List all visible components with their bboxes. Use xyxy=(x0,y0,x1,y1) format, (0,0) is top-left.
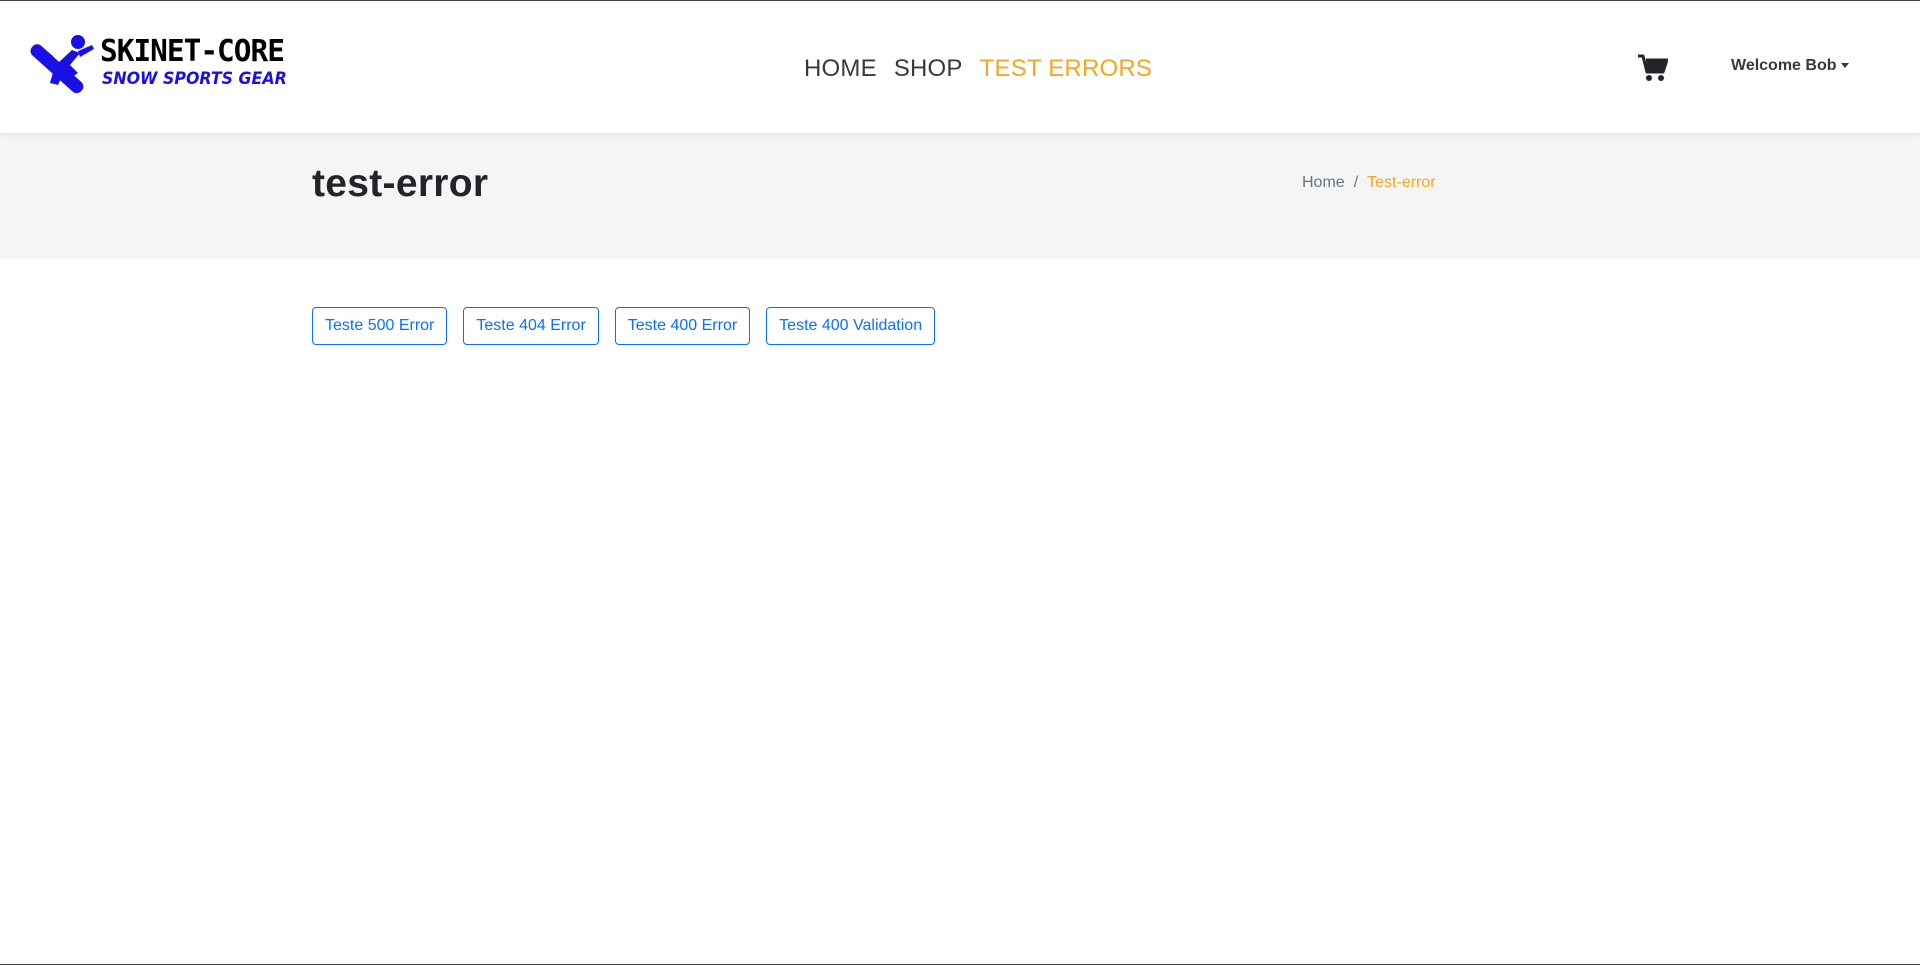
page-title: test-error xyxy=(312,162,489,205)
brand-title: SKINET-CORE xyxy=(100,34,285,69)
section-header-band: test-error Home / Test-error xyxy=(0,133,1920,259)
snowboarder-logo-icon xyxy=(30,35,94,94)
caret-down-icon xyxy=(1840,62,1849,68)
brand-subtitle: SNOW SPORTS GEAR xyxy=(102,69,287,89)
test-404-error-button[interactable]: Teste 404 Error xyxy=(463,307,599,345)
breadcrumb: Home / Test-error xyxy=(1302,171,1436,195)
app-window: SKINET-CORE SNOW SPORTS GEAR HOME SHOP T… xyxy=(0,0,1920,965)
test-400-validation-button[interactable]: Teste 400 Validation xyxy=(766,307,936,345)
test-400-error-button[interactable]: Teste 400 Error xyxy=(614,307,751,345)
shopping-cart-icon[interactable] xyxy=(1638,54,1669,82)
test-error-buttons: Teste 500 Error Teste 404 Error Teste 40… xyxy=(312,307,936,345)
main-nav: HOME SHOP TEST ERRORS xyxy=(804,51,1152,87)
brand-logo[interactable]: SKINET-CORE SNOW SPORTS GEAR xyxy=(28,33,287,105)
top-navbar: SKINET-CORE SNOW SPORTS GEAR HOME SHOP T… xyxy=(0,1,1920,133)
user-welcome-label: Welcome Bob xyxy=(1731,57,1837,74)
test-500-error-button[interactable]: Teste 500 Error xyxy=(312,307,448,345)
nav-home-link[interactable]: HOME xyxy=(804,51,877,87)
breadcrumb-home-link[interactable]: Home xyxy=(1302,171,1345,195)
nav-shop-link[interactable]: SHOP xyxy=(894,51,963,87)
breadcrumb-separator: / xyxy=(1353,174,1359,191)
breadcrumb-current: Test-error xyxy=(1367,174,1436,191)
user-dropdown-toggle[interactable]: Welcome Bob xyxy=(1731,57,1849,75)
nav-test-errors-link[interactable]: TEST ERRORS xyxy=(980,51,1152,87)
